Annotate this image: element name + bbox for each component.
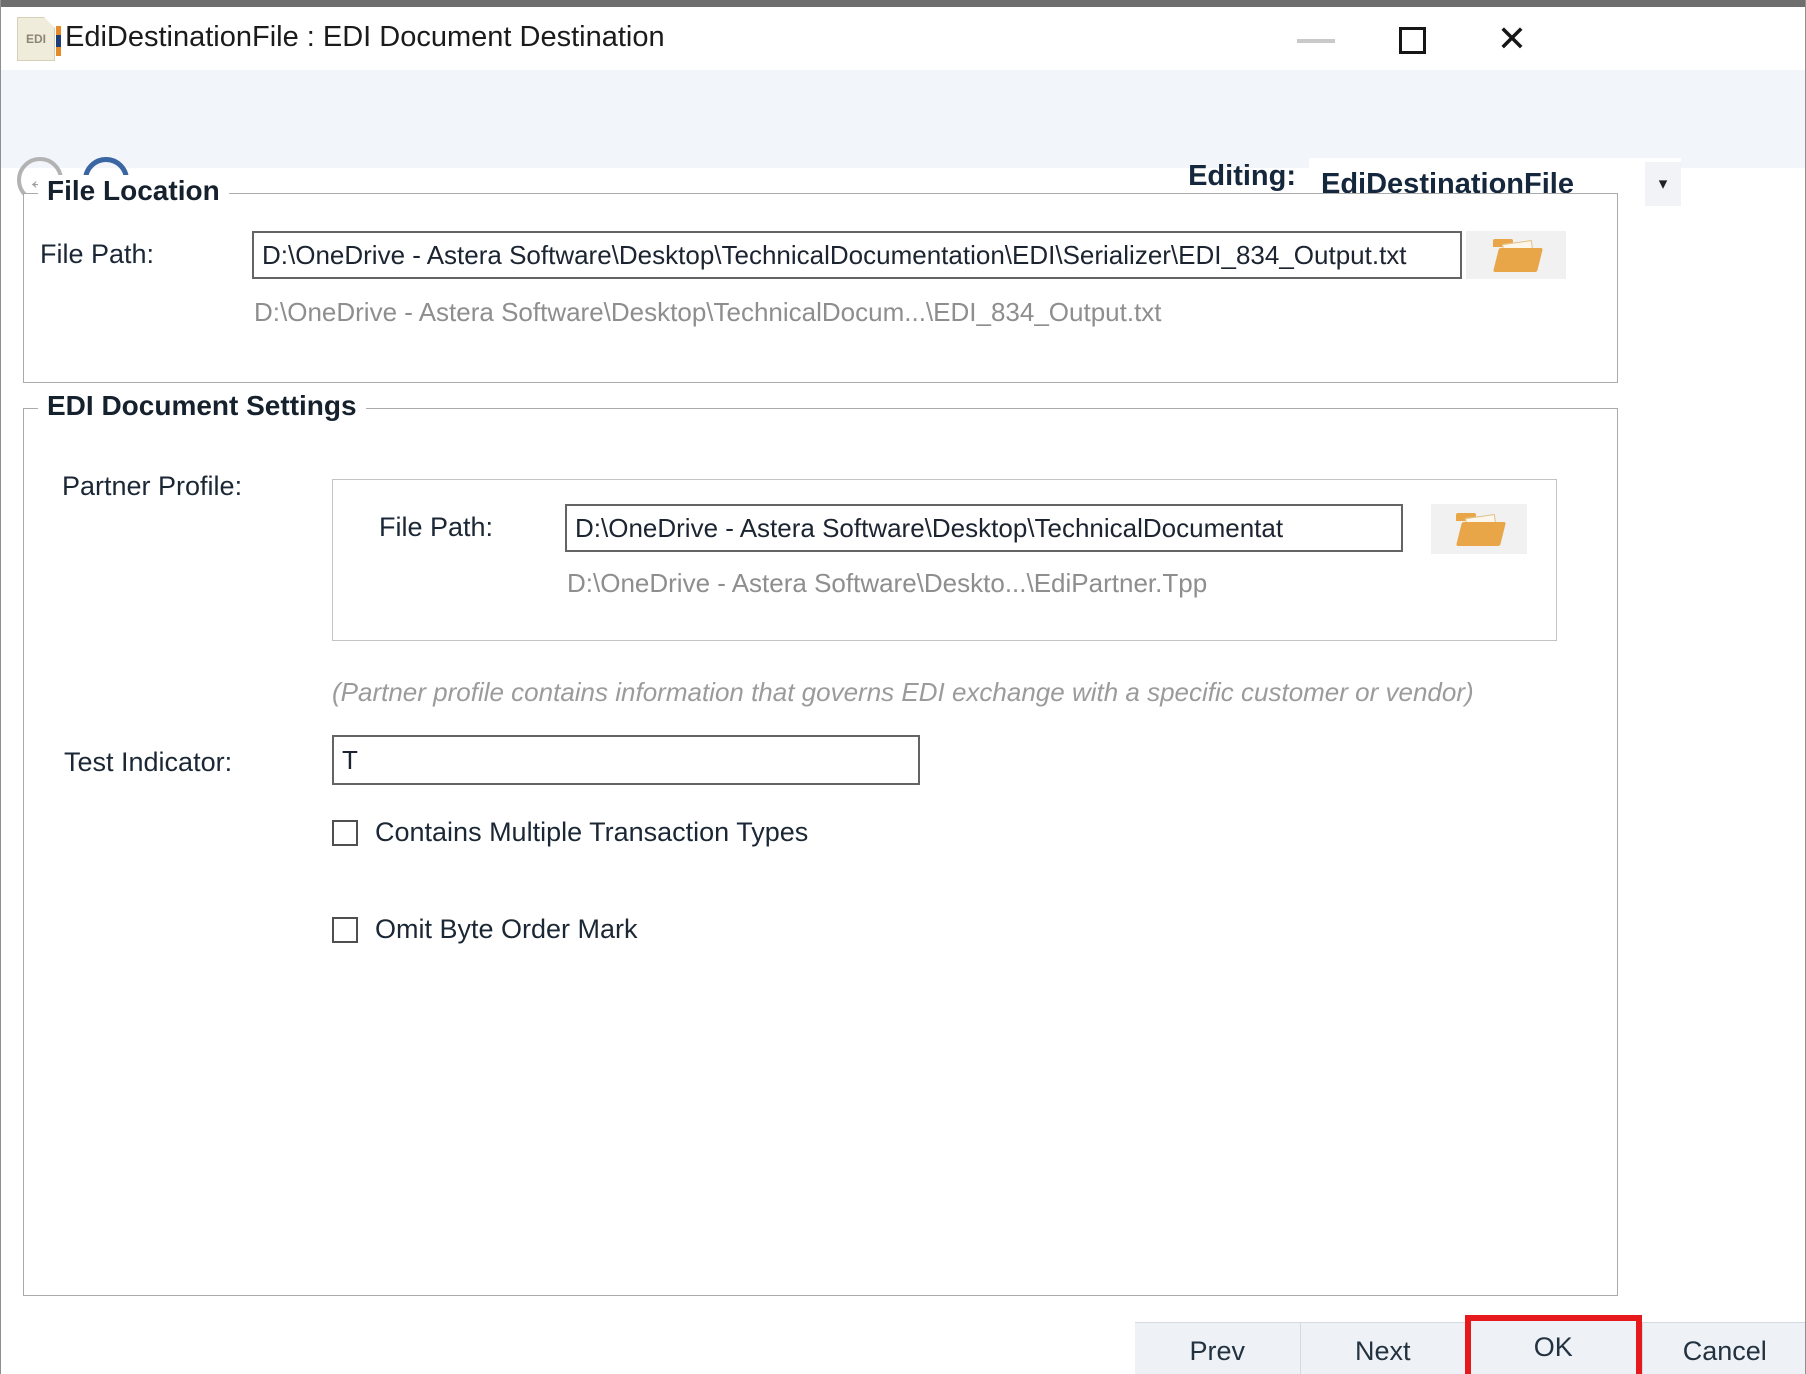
partner-profile-label: Partner Profile: [62, 471, 242, 502]
test-indicator-label: Test Indicator: [64, 747, 232, 778]
ok-button[interactable]: OK [1465, 1315, 1642, 1374]
next-button[interactable]: Next [1300, 1323, 1466, 1374]
window-title: EdiDestinationFile : EDI Document Destin… [65, 7, 665, 70]
folder-icon [1493, 239, 1539, 272]
chevron-down-icon[interactable]: ▾ [1645, 162, 1681, 206]
toolbar: ← → ▾ Editing: EdiDestinationFile ▾ [1, 70, 1805, 168]
partner-file-path-label: File Path: [379, 512, 493, 543]
edi-document-icon: EDI [17, 17, 55, 61]
maximize-button[interactable] [1399, 27, 1426, 54]
edi-settings-group-title: EDI Document Settings [38, 390, 366, 422]
footer-button-bar: Prev Next OK Cancel [1135, 1322, 1806, 1374]
contains-multiple-transaction-types-checkbox[interactable] [332, 820, 358, 846]
prev-button[interactable]: Prev [1135, 1323, 1300, 1374]
edi-document-settings-group: EDI Document Settings Partner Profile: F… [23, 408, 1618, 1296]
test-indicator-input[interactable] [332, 735, 920, 785]
file-path-input[interactable] [252, 231, 1462, 279]
close-icon[interactable]: ✕ [1489, 9, 1535, 69]
contains-multiple-transaction-types-label: Contains Multiple Transaction Types [375, 817, 808, 848]
partner-profile-note: (Partner profile contains information th… [332, 677, 1474, 708]
file-location-group: File Location File Path: D:\OneDrive - A… [23, 193, 1618, 383]
edi-icon-label: EDI [26, 32, 46, 46]
omit-byte-order-mark-checkbox[interactable] [332, 917, 358, 943]
browse-file-button[interactable] [1466, 231, 1566, 279]
file-path-resolved-text: D:\OneDrive - Astera Software\Desktop\Te… [254, 297, 1162, 328]
editing-label: Editing: [1021, 160, 1296, 193]
omit-byte-order-mark-checkbox-row: Omit Byte Order Mark [332, 914, 638, 945]
partner-file-path-resolved-text: D:\OneDrive - Astera Software\Deskto...\… [567, 568, 1207, 599]
minimize-button[interactable] [1297, 39, 1335, 43]
file-location-group-title: File Location [38, 175, 229, 207]
partner-browse-file-button[interactable] [1431, 504, 1527, 554]
cancel-button[interactable]: Cancel [1642, 1323, 1806, 1374]
dialog-window: EDI EdiDestinationFile : EDI Document De… [0, 0, 1806, 1374]
file-path-label: File Path: [40, 239, 154, 270]
omit-byte-order-mark-label: Omit Byte Order Mark [375, 914, 638, 945]
window-top-border [1, 0, 1805, 7]
partner-file-path-input[interactable] [565, 504, 1403, 552]
contains-multiple-transaction-types-checkbox-row: Contains Multiple Transaction Types [332, 817, 808, 848]
partner-profile-box: File Path: D:\OneDrive - Astera Software… [332, 479, 1557, 641]
title-bar[interactable]: EDI EdiDestinationFile : EDI Document De… [1, 7, 1805, 70]
folder-icon [1456, 513, 1502, 546]
